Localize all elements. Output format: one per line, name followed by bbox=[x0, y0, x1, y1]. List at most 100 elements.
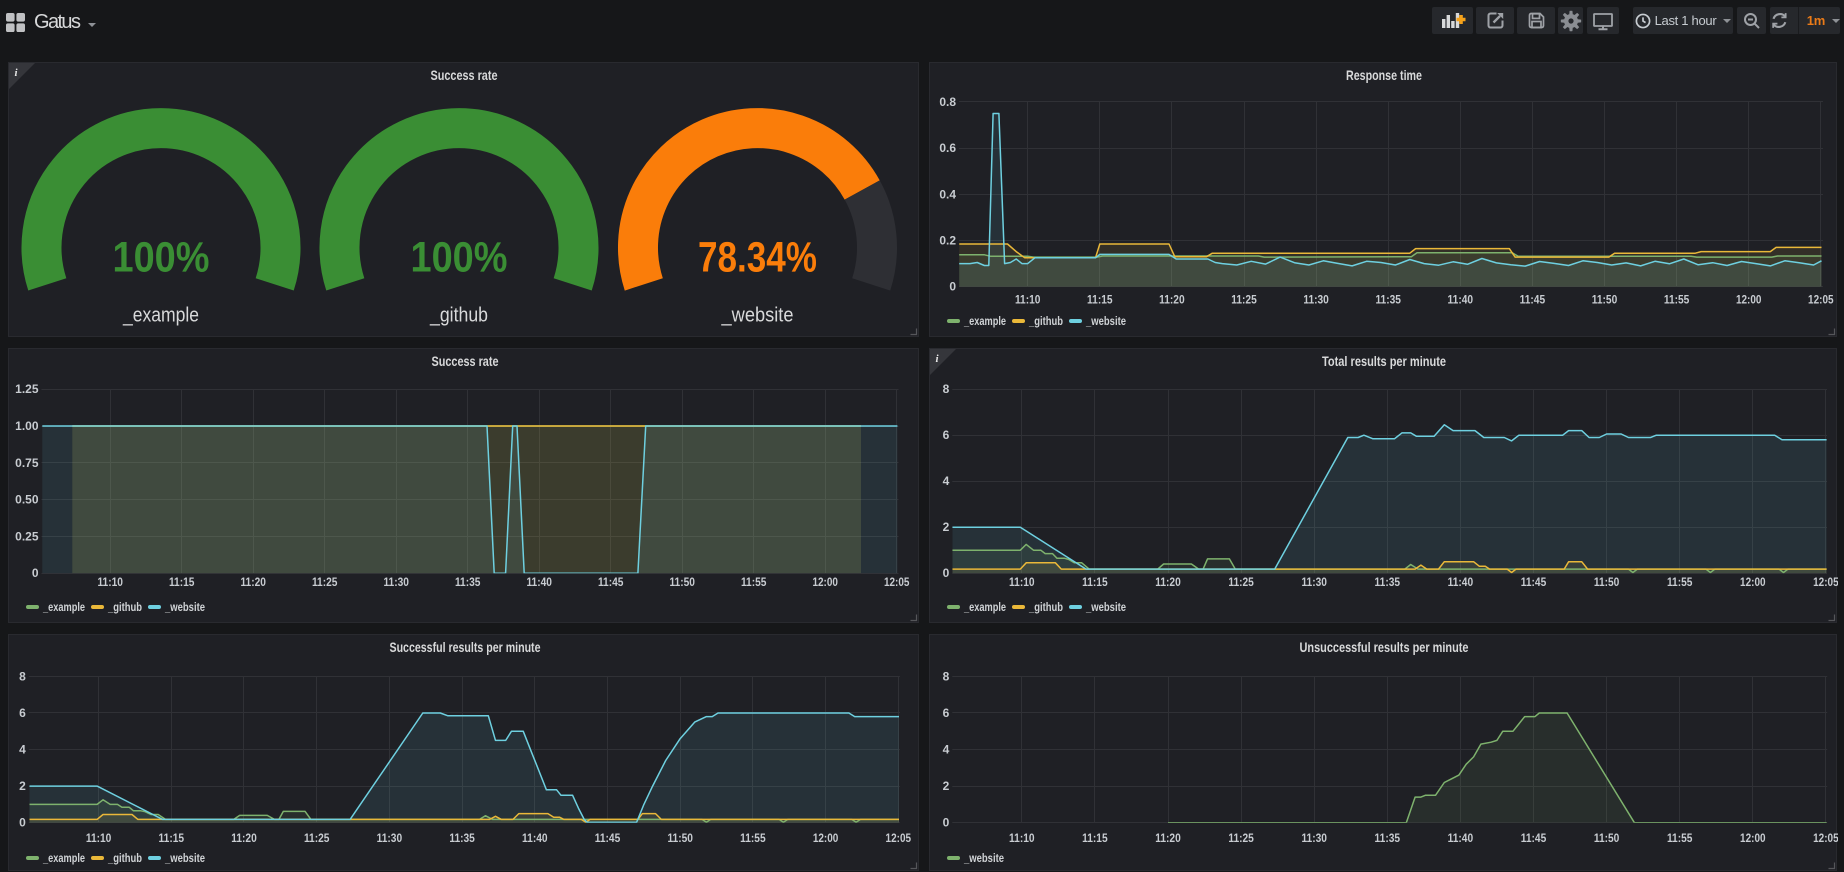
svg-text:78.34%: 78.34% bbox=[698, 234, 817, 282]
svg-text:11:40: 11:40 bbox=[526, 575, 552, 589]
svg-text:11:10: 11:10 bbox=[1009, 575, 1035, 589]
svg-text:11:45: 11:45 bbox=[1520, 293, 1546, 307]
svg-text:11:15: 11:15 bbox=[1082, 831, 1108, 845]
svg-text:11:45: 11:45 bbox=[598, 575, 624, 589]
svg-text:11:55: 11:55 bbox=[1664, 293, 1690, 307]
svg-text:0: 0 bbox=[19, 816, 26, 830]
svg-text:11:25: 11:25 bbox=[304, 831, 330, 845]
svg-text:11:35: 11:35 bbox=[1375, 831, 1401, 845]
svg-text:Unsuccessful results per minut: Unsuccessful results per minute bbox=[1300, 639, 1469, 655]
svg-text:1.00: 1.00 bbox=[15, 419, 39, 433]
svg-text:0.25: 0.25 bbox=[15, 529, 39, 543]
svg-text:_example: _example bbox=[42, 600, 85, 614]
svg-text:11:20: 11:20 bbox=[1155, 831, 1181, 845]
svg-text:_website: _website bbox=[164, 851, 205, 865]
svg-text:11:10: 11:10 bbox=[86, 831, 112, 845]
svg-text:100%: 100% bbox=[113, 234, 210, 282]
svg-text:11:55: 11:55 bbox=[1667, 575, 1693, 589]
svg-text:8: 8 bbox=[19, 669, 26, 683]
svg-text:8: 8 bbox=[943, 382, 950, 396]
svg-text:12:00: 12:00 bbox=[1740, 831, 1766, 845]
svg-text:_github: _github bbox=[1028, 600, 1063, 614]
svg-text:_example: _example bbox=[122, 305, 199, 327]
svg-text:4: 4 bbox=[943, 743, 950, 757]
svg-text:1.25: 1.25 bbox=[15, 382, 39, 396]
svg-text:0.8: 0.8 bbox=[939, 95, 956, 109]
svg-text:12:05: 12:05 bbox=[1808, 293, 1834, 307]
svg-text:2: 2 bbox=[943, 520, 950, 534]
svg-text:_example: _example bbox=[963, 314, 1006, 328]
svg-text:6: 6 bbox=[19, 706, 26, 720]
svg-text:11:50: 11:50 bbox=[1592, 293, 1618, 307]
svg-text:2: 2 bbox=[943, 779, 950, 793]
svg-text:_website: _website bbox=[721, 305, 794, 327]
svg-text:11:40: 11:40 bbox=[1448, 575, 1474, 589]
svg-text:11:20: 11:20 bbox=[1155, 575, 1181, 589]
svg-text:11:45: 11:45 bbox=[1521, 575, 1547, 589]
svg-text:12:00: 12:00 bbox=[1740, 575, 1766, 589]
svg-text:4: 4 bbox=[943, 474, 950, 488]
svg-text:12:05: 12:05 bbox=[1813, 575, 1838, 589]
svg-text:_website: _website bbox=[164, 600, 205, 614]
svg-text:11:20: 11:20 bbox=[1159, 293, 1185, 307]
svg-text:0: 0 bbox=[949, 280, 956, 294]
svg-text:11:40: 11:40 bbox=[1448, 831, 1474, 845]
svg-text:0.4: 0.4 bbox=[939, 187, 956, 201]
svg-text:12:05: 12:05 bbox=[1813, 831, 1838, 845]
svg-text:0.75: 0.75 bbox=[15, 456, 39, 470]
svg-text:2: 2 bbox=[19, 779, 26, 793]
svg-text:_example: _example bbox=[42, 851, 85, 865]
svg-text:6: 6 bbox=[943, 428, 950, 442]
svg-text:11:10: 11:10 bbox=[97, 575, 123, 589]
svg-text:0: 0 bbox=[943, 816, 950, 830]
svg-text:12:05: 12:05 bbox=[884, 575, 910, 589]
svg-text:0: 0 bbox=[32, 566, 39, 580]
svg-text:11:15: 11:15 bbox=[169, 575, 195, 589]
svg-text:0.6: 0.6 bbox=[939, 141, 956, 155]
svg-text:11:30: 11:30 bbox=[1301, 831, 1327, 845]
svg-text:11:20: 11:20 bbox=[240, 575, 266, 589]
svg-text:0.2: 0.2 bbox=[939, 234, 956, 248]
svg-text:11:30: 11:30 bbox=[1301, 575, 1327, 589]
svg-text:11:50: 11:50 bbox=[667, 831, 693, 845]
svg-text:11:45: 11:45 bbox=[1521, 831, 1547, 845]
svg-text:100%: 100% bbox=[411, 234, 508, 282]
svg-text:11:55: 11:55 bbox=[1667, 831, 1693, 845]
svg-text:11:40: 11:40 bbox=[1448, 293, 1474, 307]
svg-text:11:30: 11:30 bbox=[1303, 293, 1329, 307]
svg-text:11:45: 11:45 bbox=[595, 831, 621, 845]
svg-text:11:55: 11:55 bbox=[741, 575, 767, 589]
svg-text:_example: _example bbox=[963, 600, 1006, 614]
svg-text:Response time: Response time bbox=[1346, 67, 1422, 83]
svg-text:0.50: 0.50 bbox=[15, 493, 39, 507]
svg-text:8: 8 bbox=[943, 669, 950, 683]
svg-text:11:40: 11:40 bbox=[522, 831, 548, 845]
svg-text:Total results per minute: Total results per minute bbox=[1322, 353, 1446, 369]
svg-text:11:25: 11:25 bbox=[1228, 575, 1254, 589]
svg-text:11:30: 11:30 bbox=[383, 575, 409, 589]
svg-text:11:10: 11:10 bbox=[1015, 293, 1041, 307]
svg-text:Successful results per minute: Successful results per minute bbox=[390, 639, 541, 655]
svg-text:0: 0 bbox=[943, 566, 950, 580]
svg-text:11:25: 11:25 bbox=[1228, 831, 1254, 845]
svg-text:11:25: 11:25 bbox=[312, 575, 338, 589]
svg-text:11:35: 11:35 bbox=[449, 831, 475, 845]
svg-text:6: 6 bbox=[943, 706, 950, 720]
svg-text:11:15: 11:15 bbox=[1082, 575, 1108, 589]
svg-text:_website: _website bbox=[963, 851, 1004, 865]
svg-text:12:00: 12:00 bbox=[1736, 293, 1762, 307]
svg-text:11:10: 11:10 bbox=[1009, 831, 1035, 845]
svg-text:12:00: 12:00 bbox=[813, 831, 839, 845]
svg-text:_github: _github bbox=[107, 851, 142, 865]
svg-text:11:50: 11:50 bbox=[1594, 575, 1620, 589]
svg-text:11:15: 11:15 bbox=[159, 831, 185, 845]
svg-text:11:55: 11:55 bbox=[740, 831, 766, 845]
svg-text:Success rate: Success rate bbox=[431, 67, 498, 83]
svg-text:11:20: 11:20 bbox=[231, 831, 257, 845]
svg-text:_github: _github bbox=[107, 600, 142, 614]
svg-text:12:00: 12:00 bbox=[812, 575, 838, 589]
svg-text:11:35: 11:35 bbox=[455, 575, 481, 589]
svg-text:11:30: 11:30 bbox=[377, 831, 403, 845]
svg-text:11:50: 11:50 bbox=[669, 575, 695, 589]
svg-text:Success rate: Success rate bbox=[432, 353, 499, 369]
